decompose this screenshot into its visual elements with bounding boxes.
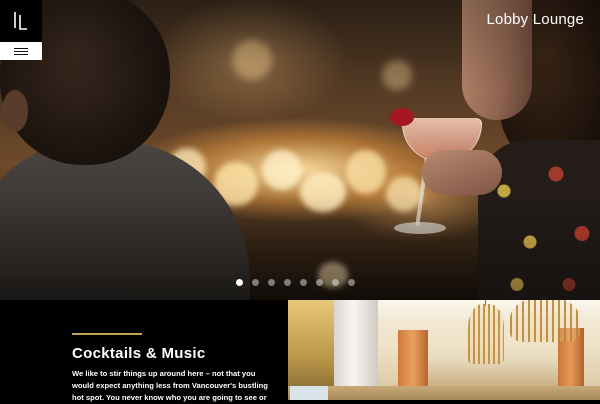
menu-button[interactable] bbox=[0, 42, 42, 60]
hero-carousel bbox=[0, 0, 600, 300]
carousel-dots bbox=[236, 279, 355, 286]
pendant-lamp bbox=[510, 300, 580, 342]
carousel-dot-2[interactable] bbox=[252, 279, 259, 286]
lobby-photo bbox=[288, 300, 600, 400]
accent-rule bbox=[72, 333, 142, 335]
carousel-dot-6[interactable] bbox=[316, 279, 323, 286]
lobby-floor bbox=[288, 386, 600, 400]
carousel-dot-8[interactable] bbox=[348, 279, 355, 286]
section-body-text: We like to stir things up around here – … bbox=[72, 369, 268, 402]
hamburger-menu-icon bbox=[14, 47, 28, 55]
pendant-lamp bbox=[468, 304, 504, 364]
section-heading: Cocktails & Music bbox=[72, 345, 206, 362]
white-column bbox=[334, 300, 378, 400]
logo[interactable] bbox=[0, 0, 42, 42]
hero-vignette bbox=[0, 0, 600, 300]
lobby-left-wall bbox=[288, 300, 334, 400]
site-title[interactable]: Lobby Lounge bbox=[487, 11, 585, 28]
carousel-dot-3[interactable] bbox=[268, 279, 275, 286]
ll-monogram-logo-icon bbox=[14, 12, 27, 30]
carousel-dot-7[interactable] bbox=[332, 279, 339, 286]
carousel-dot-4[interactable] bbox=[284, 279, 291, 286]
carousel-dot-5[interactable] bbox=[300, 279, 307, 286]
lobby-sign bbox=[290, 386, 328, 400]
carousel-dot-1[interactable] bbox=[236, 279, 243, 286]
